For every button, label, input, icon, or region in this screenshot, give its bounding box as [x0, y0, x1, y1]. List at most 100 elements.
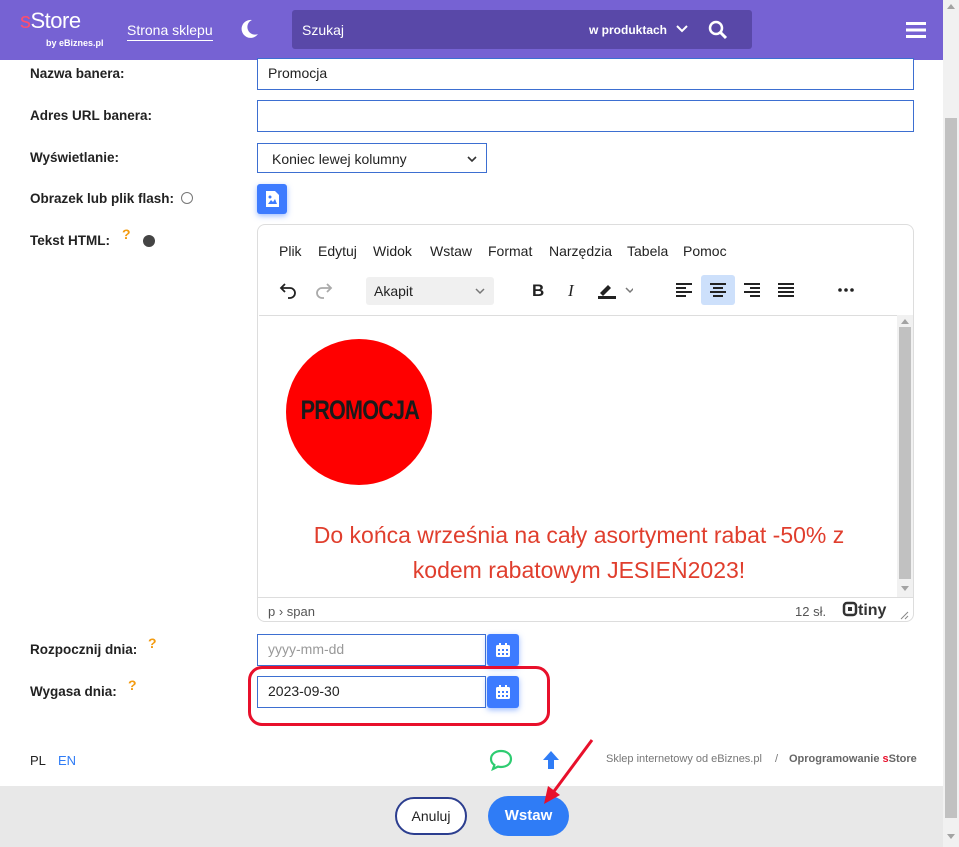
calendar-icon	[496, 643, 510, 657]
menu-tools[interactable]: Narzędzia	[549, 243, 612, 259]
image-picker-button[interactable]	[257, 184, 287, 214]
shop-credit-link[interactable]: Sklep internetowy od eBiznes.pl	[606, 753, 762, 765]
start-date-label: Rozpocznij dnia:	[30, 642, 138, 657]
menu-format[interactable]: Format	[488, 243, 532, 259]
scrollbar-thumb[interactable]	[945, 118, 957, 818]
banner-name-value: Promocja	[268, 65, 328, 81]
html-text-label: Tekst HTML:	[30, 233, 110, 248]
promo-text: Do końca września na cały asortyment rab…	[313, 522, 845, 583]
help-icon[interactable]: ?	[128, 677, 137, 693]
banner-url-input[interactable]	[257, 100, 914, 132]
promo-badge-text: PROMOCJA	[300, 395, 420, 425]
tiny-logo-icon	[842, 601, 858, 617]
footer-separator: /	[775, 753, 779, 765]
redo-button[interactable]	[307, 275, 341, 305]
language-en-link[interactable]: EN	[58, 753, 76, 768]
editor-content[interactable]: PROMOCJA Do końca września na cały asort…	[259, 315, 897, 597]
chevron-down-icon[interactable]	[675, 22, 689, 36]
search-bar: Szukaj w produktach	[292, 10, 752, 49]
image-label: Obrazek lub plik flash:	[30, 191, 175, 206]
search-icon[interactable]	[708, 20, 728, 40]
display-label: Wyświetlanie:	[30, 150, 120, 165]
help-icon[interactable]: ?	[148, 635, 157, 651]
tiny-brand-logo[interactable]: tiny	[842, 601, 886, 620]
app-logo[interactable]: sStore	[20, 8, 81, 34]
undo-icon	[279, 283, 296, 299]
align-right-icon	[744, 283, 760, 297]
chevron-down-icon	[467, 156, 477, 163]
hamburger-menu-icon[interactable]	[905, 21, 927, 39]
top-navbar: sStore by eBiznes.pl Strona sklepu Szuka…	[0, 0, 943, 60]
search-input[interactable]: Szukaj	[302, 22, 344, 38]
menu-edit[interactable]: Edytuj	[318, 243, 357, 259]
highlight-color-button[interactable]	[589, 275, 641, 305]
banner-name-label: Nazwa banera:	[30, 66, 125, 81]
align-center-button[interactable]	[701, 275, 735, 305]
scroll-up-arrow-icon[interactable]	[901, 319, 909, 324]
expire-date-label: Wygasa dnia:	[30, 684, 117, 699]
image-radio[interactable]	[181, 192, 193, 204]
align-left-icon	[676, 283, 692, 297]
bold-button[interactable]: B	[521, 275, 555, 305]
start-date-placeholder: yyyy-mm-dd	[268, 641, 345, 657]
resize-handle-icon[interactable]	[899, 610, 909, 620]
help-icon[interactable]: ?	[122, 226, 131, 242]
block-format-value: Akapit	[374, 283, 413, 299]
menu-table[interactable]: Tabela	[627, 243, 668, 259]
dark-mode-moon-icon[interactable]	[238, 18, 260, 40]
align-left-button[interactable]	[667, 275, 701, 305]
editor-statusbar: p › span 12 sł. tiny	[258, 597, 913, 621]
menu-view[interactable]: Widok	[373, 243, 412, 259]
page-scrollbar[interactable]	[943, 0, 959, 847]
search-scope-select[interactable]: w produktach	[589, 23, 667, 37]
align-justify-icon	[778, 283, 794, 297]
store-front-link[interactable]: Strona sklepu	[127, 22, 213, 41]
start-date-input[interactable]: yyyy-mm-dd	[257, 634, 486, 666]
language-pl-link[interactable]: PL	[30, 753, 46, 768]
display-select-value: Koniec lewej kolumny	[272, 151, 407, 167]
chevron-down-icon	[475, 288, 485, 295]
scroll-down-arrow-icon[interactable]	[947, 834, 955, 839]
annotation-arrow-icon	[544, 739, 594, 804]
svg-text:B: B	[532, 281, 544, 299]
scroll-up-arrow-icon[interactable]	[947, 4, 955, 9]
start-date-calendar-button[interactable]	[487, 634, 519, 666]
menu-help[interactable]: Pomoc	[683, 243, 727, 259]
action-bar: Anuluj Wstaw	[0, 786, 943, 847]
redo-icon	[316, 283, 333, 299]
editor-scrollbar[interactable]	[897, 315, 913, 597]
bold-icon: B	[532, 281, 544, 299]
word-count[interactable]: 12 sł.	[795, 604, 826, 619]
banner-name-input[interactable]: Promocja	[257, 58, 914, 90]
svg-text:I: I	[567, 281, 575, 299]
banner-url-label: Adres URL banera:	[30, 108, 153, 123]
display-select[interactable]: Koniec lewej kolumny	[257, 143, 487, 173]
html-radio-selected[interactable]	[143, 235, 155, 247]
insert-label: Wstaw	[504, 807, 553, 824]
align-justify-button[interactable]	[769, 275, 803, 305]
more-tools-button[interactable]	[829, 275, 863, 305]
menu-file[interactable]: Plik	[279, 243, 302, 259]
cancel-label: Anuluj	[411, 808, 451, 824]
undo-button[interactable]	[271, 275, 305, 305]
block-format-select[interactable]: Akapit	[366, 277, 494, 305]
software-prefix: Oprogramowanie	[789, 753, 883, 765]
software-credit-link[interactable]: Oprogramowanie sStore	[789, 753, 917, 765]
highlighter-icon	[598, 285, 633, 299]
align-center-icon	[710, 283, 726, 297]
editor-toolbar: Akapit B I	[258, 275, 913, 307]
promo-badge-image: PROMOCJA	[286, 339, 432, 485]
annotation-highlight-box	[248, 666, 550, 726]
cancel-button[interactable]: Anuluj	[395, 797, 467, 835]
scroll-down-arrow-icon[interactable]	[901, 586, 909, 591]
software-store: Store	[888, 753, 917, 765]
italic-button[interactable]: I	[555, 275, 589, 305]
menu-insert[interactable]: Wstaw	[430, 243, 472, 259]
logo-byline: by eBiznes.pl	[46, 38, 104, 48]
editor-scroll-thumb[interactable]	[899, 327, 911, 579]
editor-menubar: Plik Edytuj Widok Wstaw Format Narzędzia…	[258, 243, 913, 263]
align-right-button[interactable]	[735, 275, 769, 305]
more-dots-icon	[838, 288, 854, 292]
chat-bubble-icon[interactable]	[489, 749, 513, 771]
element-path[interactable]: p › span	[268, 604, 315, 619]
